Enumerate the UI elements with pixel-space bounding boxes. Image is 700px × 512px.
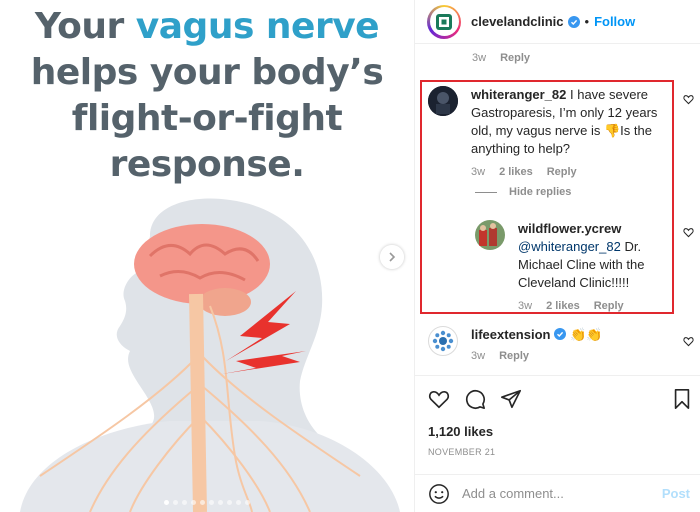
comment-input[interactable]: Add a comment... xyxy=(462,486,662,501)
bookmark-icon xyxy=(674,389,690,409)
reply-button[interactable]: Reply xyxy=(499,350,529,362)
next-slide-button[interactable] xyxy=(380,245,404,269)
heart-icon xyxy=(428,391,450,409)
post-header: clevelandclinic • Follow xyxy=(415,0,700,44)
action-icons xyxy=(428,388,522,410)
carousel-dot xyxy=(191,500,196,505)
avatar[interactable] xyxy=(427,4,461,39)
likes-count[interactable]: 1,120 likes xyxy=(428,424,493,439)
carousel-dots xyxy=(164,500,250,505)
comment-time: 3w xyxy=(471,350,486,362)
comment-time: 3w xyxy=(472,52,487,64)
comment-button[interactable] xyxy=(464,388,486,410)
brain xyxy=(134,224,270,304)
headline-line: response. xyxy=(109,144,305,185)
comment-item: lifeextension 👏👏 3w Reply xyxy=(428,326,668,362)
emoji-icon[interactable] xyxy=(428,483,450,505)
comment-body: lifeextension 👏👏 xyxy=(471,326,602,344)
save-button[interactable] xyxy=(672,388,694,410)
post-button[interactable]: Post xyxy=(662,486,690,501)
comment-meta: 3w Reply xyxy=(472,52,530,64)
comment-username[interactable]: lifeextension xyxy=(471,327,550,342)
chevron-right-icon xyxy=(389,252,396,262)
carousel-dot xyxy=(209,500,214,505)
carousel-dot xyxy=(236,500,241,505)
post-image: Your vagus nerve helps your body’s fligh… xyxy=(0,0,414,512)
reply-button[interactable]: Reply xyxy=(500,52,530,64)
comment-meta: 3w Reply xyxy=(471,350,602,362)
comment-text: 👏👏 xyxy=(566,327,603,342)
carousel-dot xyxy=(218,500,223,505)
heart-icon[interactable] xyxy=(683,336,694,347)
carousel-dot xyxy=(182,500,187,505)
vagus-nerve-illustration xyxy=(20,198,400,512)
avatar[interactable] xyxy=(428,326,458,356)
headline-part: Your xyxy=(34,6,136,47)
comment-icon xyxy=(465,389,485,409)
follow-button[interactable]: Follow xyxy=(594,14,635,29)
like-button[interactable] xyxy=(428,388,450,410)
highlight-box xyxy=(420,80,674,314)
carousel-dot xyxy=(200,500,205,505)
heart-icon[interactable] xyxy=(683,94,694,105)
carousel-dot xyxy=(227,500,232,505)
life-extension-logo-icon xyxy=(432,330,454,352)
carousel-dot xyxy=(173,500,178,505)
body-silhouette xyxy=(20,421,400,512)
verified-badge-icon xyxy=(554,328,567,340)
add-comment-bar: Add a comment... Post xyxy=(414,474,700,512)
spinal-cord xyxy=(189,293,207,512)
send-icon xyxy=(501,389,521,409)
cerebellum xyxy=(199,288,251,316)
header-username[interactable]: clevelandclinic xyxy=(471,14,564,29)
headline-line: flight-or-fight xyxy=(71,98,343,139)
share-button[interactable] xyxy=(500,388,522,410)
carousel-dot xyxy=(245,500,250,505)
separator: • xyxy=(584,14,590,29)
cleveland-clinic-logo-icon xyxy=(436,13,452,30)
headline-highlight: vagus nerve xyxy=(135,6,380,47)
post-headline: Your vagus nerve helps your body’s fligh… xyxy=(0,4,414,188)
heart-icon[interactable] xyxy=(683,227,694,238)
verified-badge-icon xyxy=(567,15,580,28)
headline-line: helps your body’s xyxy=(30,52,384,93)
post-date: NOVEMBER 21 xyxy=(428,447,496,457)
carousel-dot xyxy=(164,500,169,505)
